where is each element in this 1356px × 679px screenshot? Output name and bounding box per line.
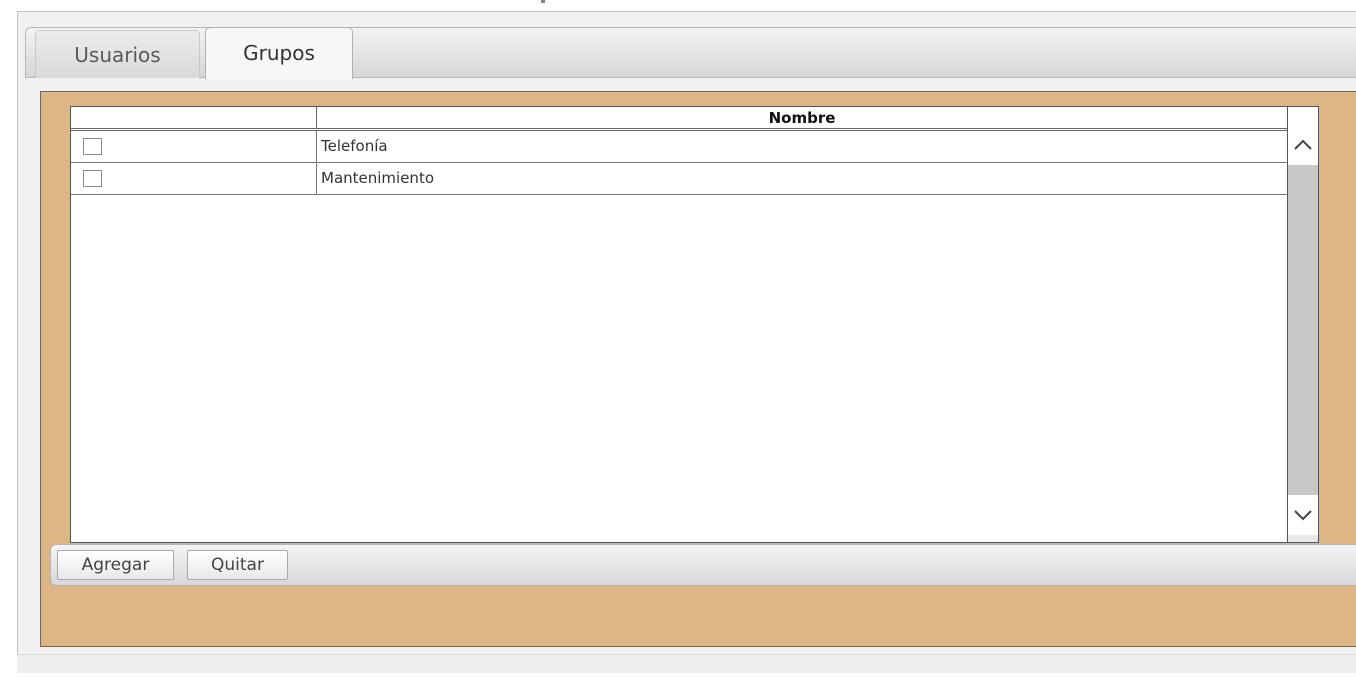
header-select-column — [71, 107, 317, 128]
top-mark — [541, 0, 545, 3]
action-toolbar: Agregar Quitar — [50, 544, 1356, 586]
groups-table: Nombre Telefonía Mantenimiento — [70, 106, 1288, 543]
row-select-cell — [71, 131, 317, 162]
row-name: Telefonía — [321, 137, 388, 155]
scrollbar-track[interactable] — [1288, 165, 1318, 495]
scrollbar-header-cap — [1288, 107, 1318, 125]
header-nombre[interactable]: Nombre — [317, 107, 1287, 128]
row-select-cell — [71, 163, 317, 194]
table-row[interactable]: Telefonía — [71, 131, 1287, 163]
table-row[interactable]: Mantenimiento — [71, 163, 1287, 195]
row-checkbox[interactable] — [83, 170, 102, 187]
remove-button[interactable]: Quitar — [187, 550, 288, 580]
vertical-scrollbar[interactable] — [1288, 106, 1319, 543]
row-name: Mantenimiento — [321, 169, 434, 187]
tab-usuarios[interactable]: Usuarios — [35, 30, 200, 78]
bottom-bar — [17, 654, 1356, 673]
table-header: Nombre — [71, 107, 1287, 131]
add-button[interactable]: Agregar — [57, 550, 174, 580]
chevron-up-icon[interactable] — [1288, 125, 1318, 165]
chevron-down-icon[interactable] — [1288, 495, 1318, 535]
row-checkbox[interactable] — [83, 138, 102, 155]
tab-grupos[interactable]: Grupos — [205, 27, 353, 79]
